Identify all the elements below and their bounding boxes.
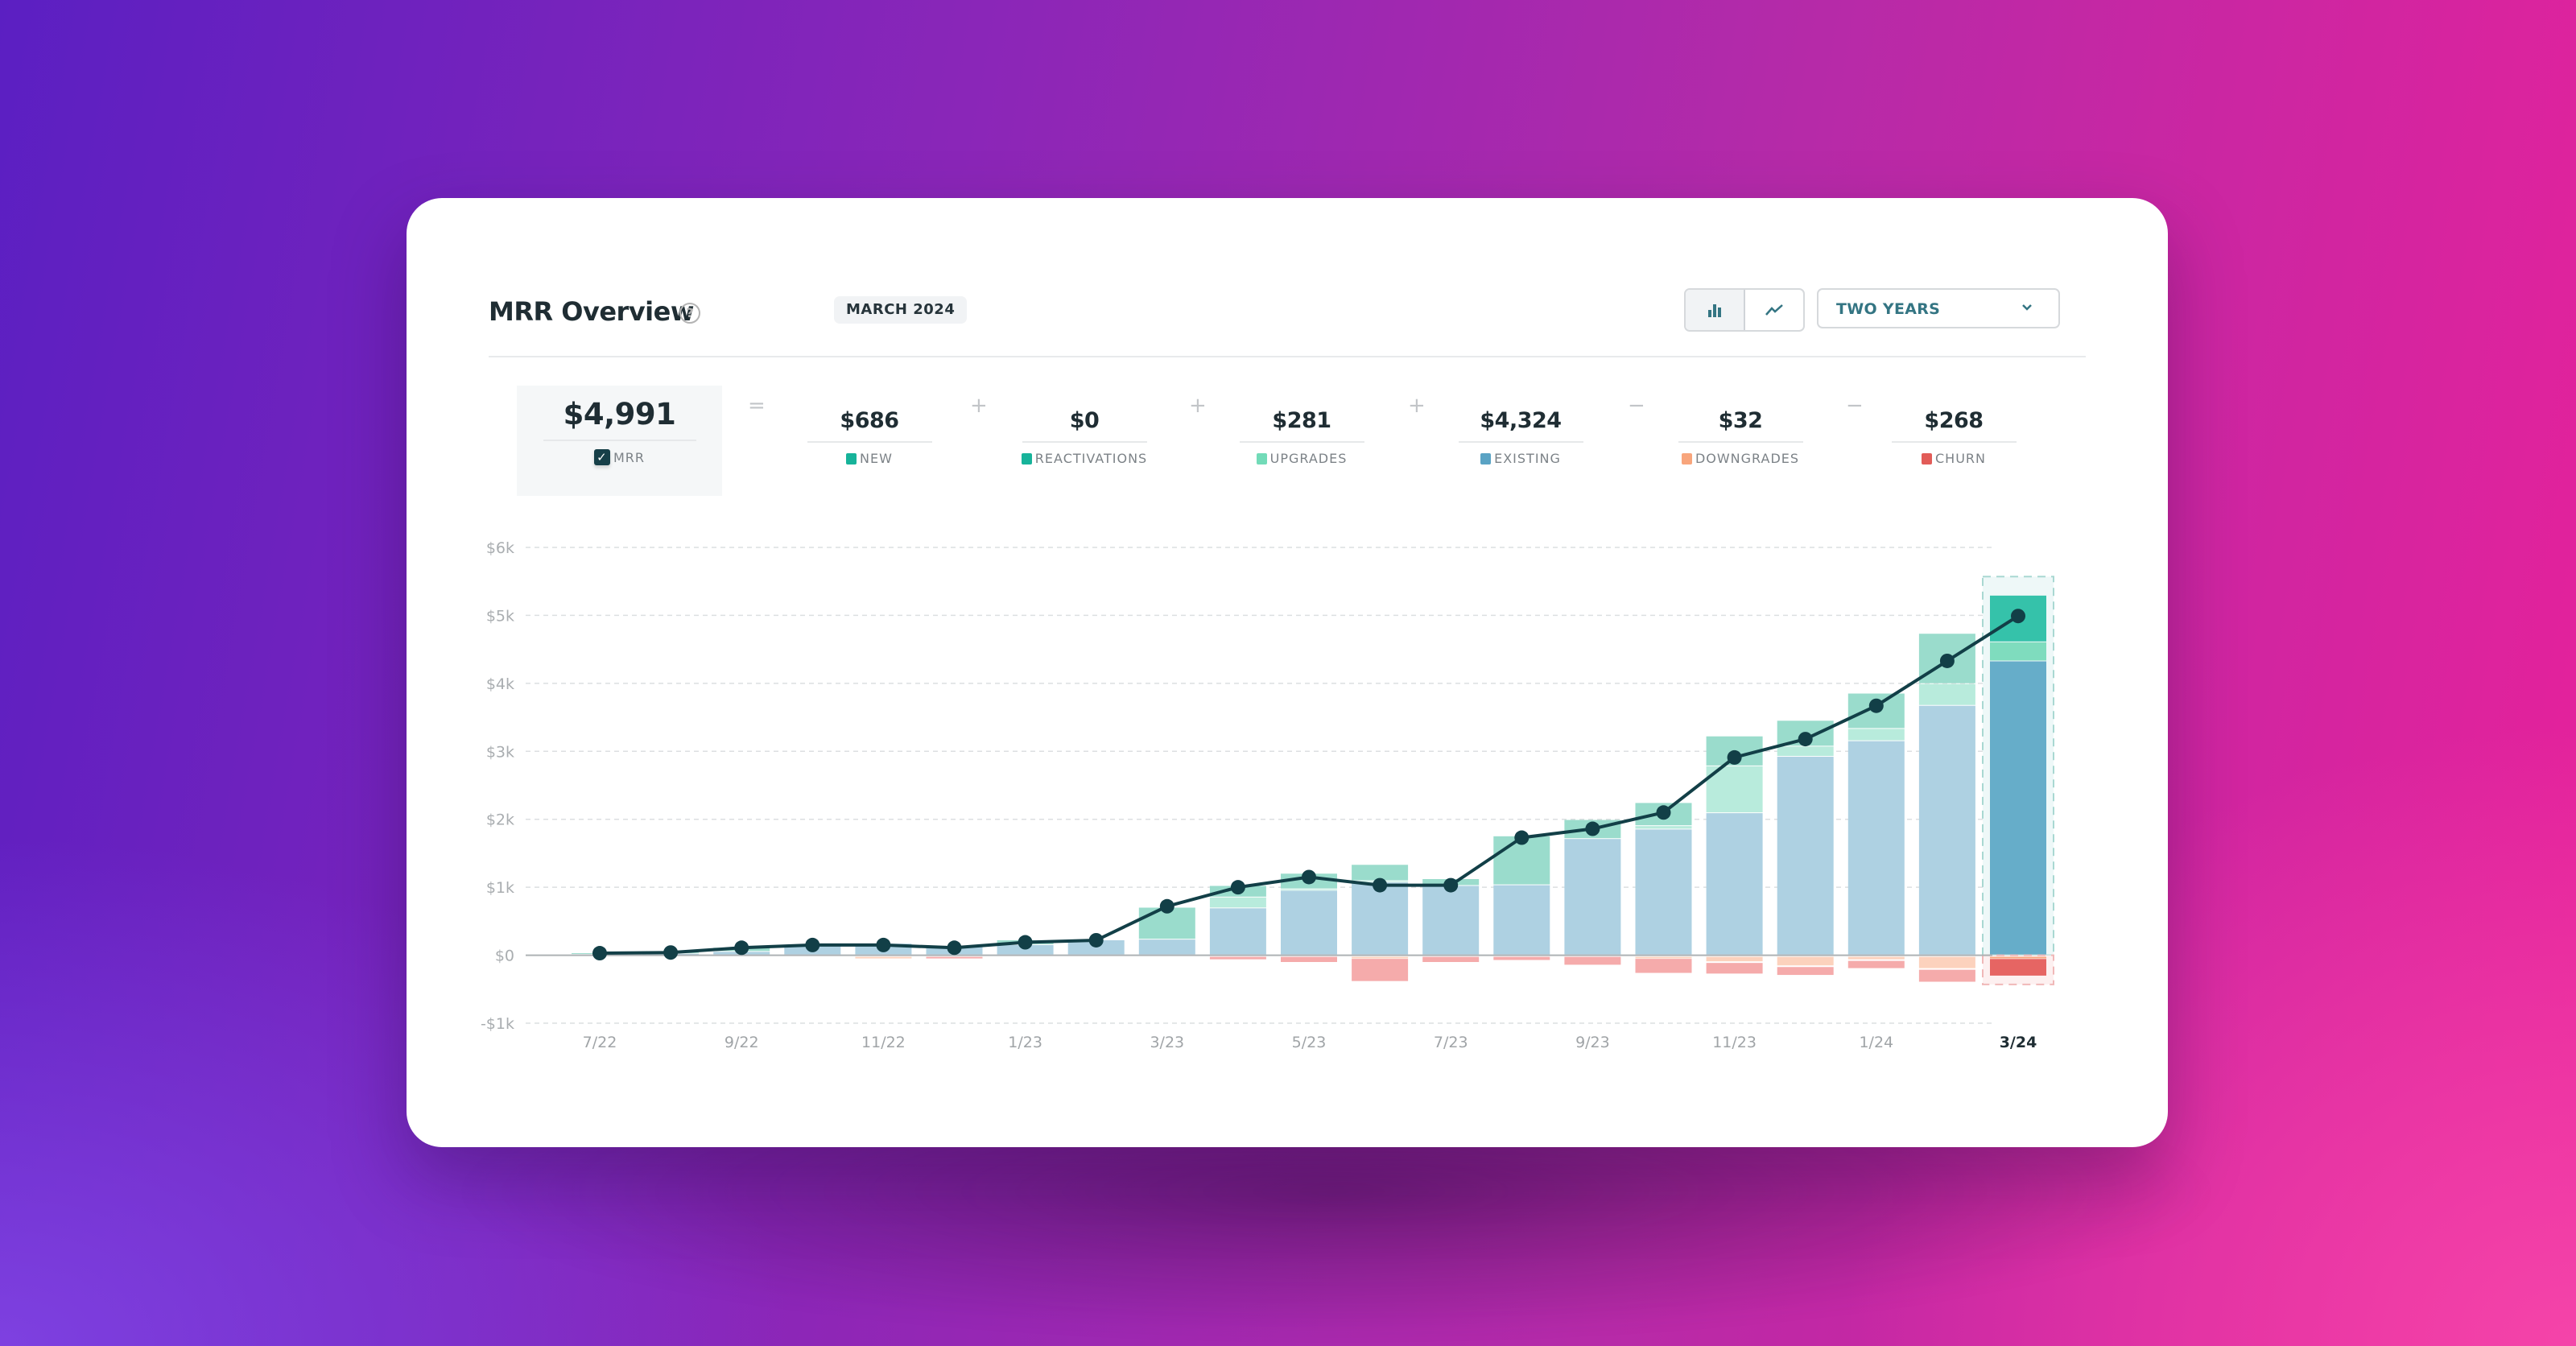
bar-segment-downgrades [1777,956,1834,966]
mrr-point [663,945,679,960]
mrr-point [1514,830,1530,845]
bar-segment-downgrades [1706,956,1763,962]
bar-segment-churn [1706,963,1763,974]
x-tick-label: 11/23 [1712,1034,1757,1051]
bar-segment-existing [1493,885,1550,955]
bar-segment-churn [1352,959,1409,981]
mrr-point [734,940,749,956]
bar-segment-churn [1281,956,1337,963]
bar-segment-churn [1990,959,2046,976]
bar-segment-existing [1422,886,1480,955]
bar-segment-existing [1918,705,1975,955]
mrr-point [1727,749,1742,765]
bar-segment-upgrades [1847,729,1905,741]
x-tick-label: 3/23 [1150,1034,1184,1051]
y-tick-label: $6k [486,539,514,557]
bar-segment-upgrades [1918,683,1975,705]
bar-segment-downgrades [855,956,912,959]
x-tick-label: 1/23 [1008,1034,1042,1051]
mrr-point [1373,877,1388,893]
mrr-point [1868,698,1884,713]
mrr-point [2011,609,2025,624]
mrr-chart: $6k $5k $4k $3k $2k $1k $0 -$1k 7/22 9/22 11/22 1/2… [481,539,2054,1051]
y-tick-label: $0 [495,948,514,965]
mrr-point [1230,880,1245,895]
mrr-point [1585,821,1600,836]
x-tick-label: 3/24 [2000,1034,2037,1051]
mrr-point [1798,732,1813,747]
bar-segment-existing [1209,908,1266,955]
bar-segment-existing [1990,661,2046,955]
bar-segment-downgrades [1352,956,1409,959]
y-tick-label: -$1k [481,1015,514,1033]
bar-segment-existing [1777,757,1834,955]
mrr-point [592,946,607,961]
mrr-point [1443,877,1459,893]
mrr-point [1302,869,1316,885]
y-tick-label: $1k [486,879,514,897]
bar-segment-existing [1281,890,1337,955]
bar-segment-churn [1847,960,1905,968]
bar-segment-upgrades [1209,897,1266,908]
bar-segment-existing [1635,829,1692,955]
bar-segment-downgrades [1847,956,1905,960]
x-tick-label: 9/23 [1575,1034,1610,1051]
bar-segment-churn [1493,956,1550,960]
bar-segment-upgrades [1635,826,1692,829]
mrr-point [805,937,820,952]
bar-segment-existing [1847,741,1905,955]
mrr-overview-card: MRR Overview ? MARCH 2024 TWO YEARS $4,9… [407,198,2168,1147]
bar-segment-churn [1777,967,1834,976]
bar-segment-existing [1352,882,1409,955]
bar-segment-downgrades [1635,956,1692,959]
bar-segment-churn [1635,959,1692,973]
bar-segment-churn [1918,969,1975,982]
mrr-point [1159,898,1174,914]
bar-segment-existing [1564,839,1621,955]
x-tick-label: 11/22 [861,1034,906,1051]
bar-segment-downgrades [1918,956,1975,968]
x-tick-label: 1/24 [1859,1034,1893,1051]
y-tick-label: $4k [486,675,514,693]
mrr-point [1088,932,1104,948]
bar-segment-existing [1138,939,1195,955]
x-tick-label: 7/23 [1434,1034,1468,1051]
y-tick-label: $3k [486,743,514,761]
y-tick-label: $5k [486,607,514,625]
x-tick-label: 9/22 [724,1034,759,1051]
bar-segment-churn [926,956,983,959]
mrr-point [876,937,891,952]
mrr-point [947,940,962,956]
y-tick-label: $2k [486,811,514,829]
bar-segment-upgrades [1777,746,1834,757]
mrr-point [1939,653,1955,668]
bar-segment-churn [1209,956,1266,960]
bar-segment-churn [1564,956,1621,965]
mrr-point [1018,935,1033,950]
bar-segment-churn [1422,956,1480,963]
mrr-point [1656,805,1671,820]
x-tick-label: 7/22 [583,1034,617,1051]
bar-segment-downgrades [1990,956,2046,959]
bar-segment-upgrades [1990,642,2046,661]
x-tick-label: 5/23 [1292,1034,1327,1051]
bar-segment-existing [1706,813,1763,955]
